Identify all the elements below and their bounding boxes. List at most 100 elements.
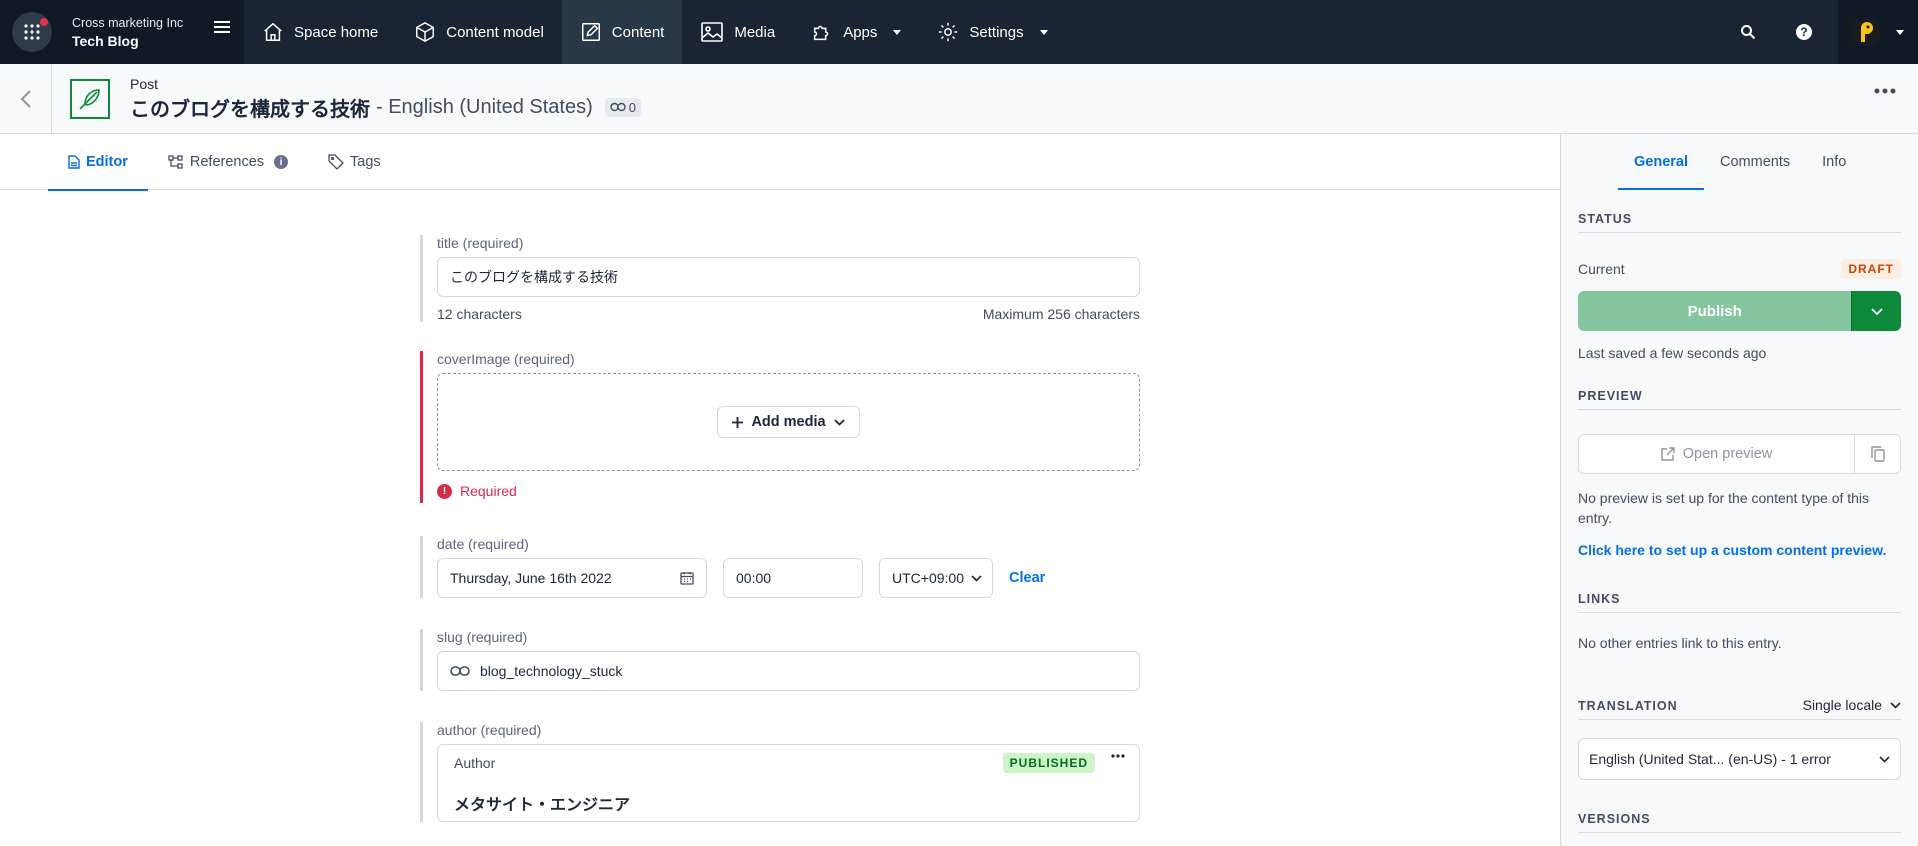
character-count: 12 characters: [437, 306, 522, 322]
hierarchy-icon: [168, 155, 183, 169]
hamburger-menu-icon[interactable]: [214, 20, 230, 34]
chevron-down-icon: [833, 418, 845, 426]
field-label: author (required): [437, 722, 542, 738]
translation-value: English (United Stat... (en-US) - 1 erro…: [1589, 751, 1831, 767]
tab-references[interactable]: References i: [148, 134, 308, 190]
field-date: date (required) Thursday, June 16th 2022…: [420, 536, 1140, 598]
setup-preview-link[interactable]: Click here to set up a custom content pr…: [1578, 542, 1901, 558]
cube-icon: [416, 21, 435, 43]
space-switcher[interactable]: Cross marketing Inc Tech Blog: [0, 0, 244, 64]
nav-label: Settings: [969, 23, 1024, 41]
tab-general[interactable]: General: [1618, 134, 1704, 190]
publish-options-button[interactable]: [1851, 291, 1901, 331]
date-value: Thursday, June 16th 2022: [450, 570, 612, 586]
links-heading: LINKS: [1578, 592, 1901, 613]
date-input[interactable]: Thursday, June 16th 2022: [437, 558, 707, 598]
field-label: slug (required): [437, 629, 528, 645]
status-heading: STATUS: [1578, 212, 1901, 233]
nav-label: Content: [611, 23, 665, 41]
field-label: title (required): [437, 235, 524, 251]
incoming-links-badge[interactable]: 0: [604, 97, 641, 117]
tab-comments[interactable]: Comments: [1704, 134, 1806, 190]
search-button[interactable]: [1720, 0, 1776, 64]
media-dropzone[interactable]: Add media: [437, 373, 1140, 471]
slug-input[interactable]: blog_technology_stuck: [437, 651, 1140, 691]
clear-date-link[interactable]: Clear: [1009, 570, 1045, 586]
tab-label: Editor: [86, 154, 128, 170]
app-launcher-button[interactable]: [12, 12, 52, 52]
versions-heading: VERSIONS: [1578, 812, 1901, 833]
slug-value: blog_technology_stuck: [480, 663, 623, 679]
avatar-icon: [1852, 18, 1880, 46]
preview-note: No preview is set up for the content typ…: [1578, 490, 1870, 526]
nav-media[interactable]: Media: [682, 0, 793, 64]
search-icon: [1741, 25, 1756, 40]
add-media-button[interactable]: Add media: [717, 406, 860, 438]
chevron-down-icon: [971, 574, 982, 582]
tab-tags[interactable]: Tags: [308, 134, 401, 190]
feather-icon: [79, 88, 100, 110]
space-name: Tech Blog: [72, 32, 139, 49]
last-saved-text: Last saved a few seconds ago: [1578, 345, 1767, 361]
chevron-down-icon: [1896, 29, 1904, 35]
tag-icon: [328, 154, 344, 170]
locale-mode-select[interactable]: Single locale: [1803, 697, 1901, 713]
user-menu[interactable]: [1838, 0, 1918, 64]
info-icon[interactable]: i: [274, 155, 289, 169]
field-cover-image: coverImage (required) Add media ! Requir…: [420, 351, 1140, 503]
nav-label: Space home: [294, 23, 379, 41]
top-navbar: Cross marketing Inc Tech Blog Space home…: [0, 0, 1918, 64]
title-input[interactable]: このブログを構成する技術: [437, 257, 1140, 297]
add-media-label: Add media: [751, 414, 826, 430]
entry-title: このブログを構成する技術: [130, 98, 370, 121]
field-title: title (required) このブログを構成する技術 12 charact…: [420, 235, 1140, 322]
document-icon: [68, 155, 80, 169]
open-preview-button[interactable]: Open preview: [1579, 435, 1854, 473]
nav-content[interactable]: Content: [561, 0, 683, 64]
character-limit: Maximum 256 characters: [982, 306, 1140, 322]
link-icon: [610, 102, 626, 112]
preview-button-group: Open preview: [1578, 434, 1901, 474]
tab-info[interactable]: Info: [1806, 134, 1862, 190]
chevron-down-icon: [1890, 701, 1901, 709]
calendar-icon[interactable]: [680, 571, 694, 585]
entry-locale: - English (United States): [376, 95, 593, 118]
locale-mode-value: Single locale: [1802, 697, 1882, 713]
tab-editor[interactable]: Editor: [48, 134, 148, 191]
reference-card[interactable]: Author PUBLISHED メタサイト・エンジニア: [437, 744, 1140, 822]
nav-label: Content model: [446, 23, 544, 41]
more-options-icon[interactable]: [1874, 88, 1896, 94]
open-preview-label: Open preview: [1682, 446, 1773, 462]
chevron-down-icon: [1039, 29, 1048, 35]
more-options-icon[interactable]: [1111, 754, 1125, 758]
entry-editor: title (required) このブログを構成する技術 12 charact…: [0, 191, 1560, 846]
copy-icon: [1870, 446, 1885, 462]
image-icon: [701, 22, 724, 42]
edit-icon: [581, 23, 600, 41]
chevron-down-icon: [1879, 755, 1890, 763]
publish-button-group: Publish: [1578, 291, 1901, 331]
field-slug: slug (required) blog_technology_stuck: [420, 629, 1140, 691]
external-link-icon: [1661, 447, 1675, 461]
nav-space-home[interactable]: Space home: [244, 0, 396, 64]
link-count: 0: [628, 99, 636, 115]
status-badge: DRAFT: [1841, 259, 1901, 279]
field-author: author (required) Author PUBLISHED メタサイト…: [420, 722, 1140, 822]
back-button[interactable]: [0, 63, 52, 134]
grid-icon: [24, 24, 40, 40]
nav-settings[interactable]: Settings: [919, 0, 1065, 64]
entry-sidebar: General Comments Info STATUS Current DRA…: [1560, 134, 1918, 846]
nav-content-model[interactable]: Content model: [396, 0, 562, 64]
link-icon: [450, 666, 470, 676]
tab-label: References: [189, 154, 265, 170]
publish-button[interactable]: Publish: [1578, 291, 1852, 331]
preview-heading: PREVIEW: [1578, 389, 1901, 410]
time-input[interactable]: 00:00: [723, 558, 863, 598]
org-name: Cross marketing Inc: [72, 15, 184, 30]
timezone-select[interactable]: UTC+09:00: [879, 558, 993, 598]
nav-apps[interactable]: Apps: [793, 0, 919, 64]
translation-locale-select[interactable]: English (United Stat... (en-US) - 1 erro…: [1578, 738, 1901, 780]
chevron-down-icon: [1871, 307, 1883, 315]
copy-preview-button[interactable]: [1854, 435, 1900, 473]
help-button[interactable]: ?: [1776, 0, 1832, 64]
